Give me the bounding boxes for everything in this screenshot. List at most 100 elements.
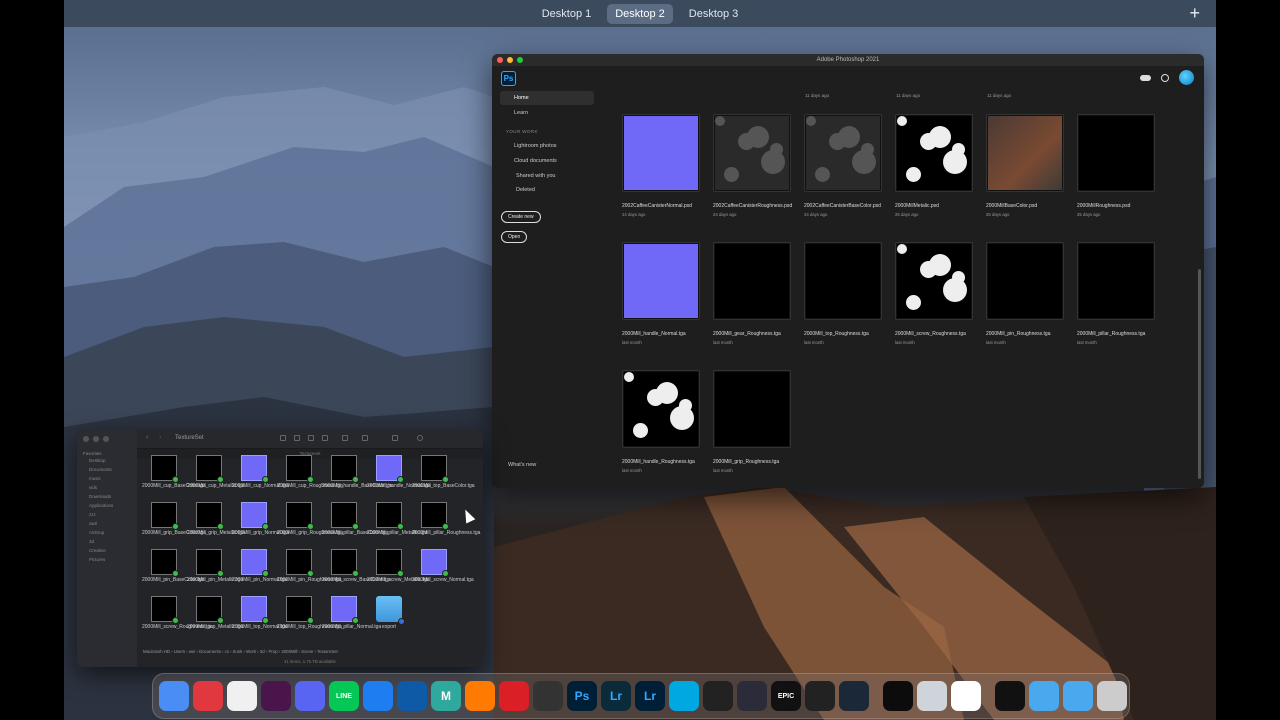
file-item[interactable]: 2000Mill_grip_BaseColor.tga: [142, 502, 206, 537]
finder-sidebar-item[interactable]: Desktop: [77, 456, 137, 465]
space-tab-desktop-2[interactable]: Desktop 2: [607, 3, 673, 24]
file-item[interactable]: 2000Mill_handle_BaseColor.tga: [322, 455, 393, 490]
finder-path-bar[interactable]: Macintosh HD › Users › wei › Documents ›…: [137, 647, 483, 657]
file-item[interactable]: 2000Mill_top_Normal.tga: [232, 596, 288, 631]
file-card[interactable]: 2000MillRoughness.psd 25 days ago: [1077, 114, 1161, 217]
list-view-icon[interactable]: [294, 435, 300, 441]
whats-new-link[interactable]: What's new: [508, 462, 536, 468]
action-icon[interactable]: [392, 435, 398, 441]
file-item[interactable]: 2000Mill_screw_Metallic.tga: [367, 549, 430, 584]
dock-ps-icon[interactable]: Ps: [567, 681, 597, 711]
back-icon[interactable]: ‹: [146, 434, 148, 441]
icon-view-icon[interactable]: [280, 435, 286, 441]
create-new-button[interactable]: Create new: [501, 211, 541, 223]
dock-finder-icon[interactable]: [159, 681, 189, 711]
close-icon[interactable]: [497, 57, 503, 63]
dock-lr-icon[interactable]: Lr: [635, 681, 665, 711]
file-thumbnail[interactable]: [895, 114, 973, 192]
dock-maya-icon[interactable]: M: [431, 681, 461, 711]
scrollbar[interactable]: [1198, 269, 1201, 479]
file-item[interactable]: 2000Mill_pillar_BaseColor.tga: [322, 502, 388, 537]
file-thumbnail[interactable]: [1077, 242, 1155, 320]
avatar[interactable]: [1179, 70, 1194, 85]
file-thumbnail[interactable]: [713, 114, 791, 192]
file-card[interactable]: 2000MillBaseColor.psd 25 days ago: [986, 114, 1070, 217]
dock-warning-console-icon[interactable]: [995, 681, 1025, 711]
group-icon[interactable]: [362, 435, 368, 441]
finder-sidebar-item[interactable]: Downloads: [77, 492, 137, 501]
file-card[interactable]: 2000Mill_screw_Roughness.tga last month: [895, 242, 979, 345]
folder-item[interactable]: export: [367, 596, 411, 631]
finder-sidebar-item[interactable]: owri: [77, 519, 137, 528]
dock-vs-code-icon[interactable]: [397, 681, 427, 711]
search-icon[interactable]: [417, 435, 423, 441]
file-item[interactable]: 2000Mill_pin_Normal.tga: [232, 549, 287, 584]
file-item[interactable]: 2000Mill_pillar_Roughness.tga: [412, 502, 480, 537]
dock-slack-icon[interactable]: [261, 681, 291, 711]
file-item[interactable]: 2000Mill_top_BaseColor.tga: [412, 455, 475, 490]
share-icon[interactable]: [342, 435, 348, 441]
file-thumbnail[interactable]: [986, 114, 1064, 192]
space-tab-desktop-3[interactable]: Desktop 3: [681, 4, 747, 24]
file-thumbnail[interactable]: [1077, 114, 1155, 192]
search-icon[interactable]: [1161, 73, 1169, 82]
minimize-icon[interactable]: [93, 436, 99, 442]
finder-sidebar-item[interactable]: vids: [77, 483, 137, 492]
file-item[interactable]: 2000Mill_screw_Roughness.tga: [142, 596, 213, 631]
dock-activity-monitor-icon[interactable]: [883, 681, 913, 711]
finder-sidebar-item[interactable]: music: [77, 474, 137, 483]
minimize-icon[interactable]: [507, 57, 513, 63]
file-card[interactable]: 2000Mill_grip_Roughness.tga last month: [713, 370, 797, 473]
nav-learn[interactable]: Learn: [500, 106, 594, 120]
finder-sidebar-item[interactable]: 3d: [77, 537, 137, 546]
file-thumbnail[interactable]: [622, 114, 700, 192]
dock-script-editor-icon[interactable]: [533, 681, 563, 711]
file-item[interactable]: 2000Mill_cup_Roughness.tga: [277, 455, 343, 490]
file-thumbnail[interactable]: [895, 242, 973, 320]
finder-sidebar-item[interactable]: zzz: [77, 510, 137, 519]
file-card[interactable]: 2000Mill_handle_Roughness.tga last month: [622, 370, 706, 473]
dock-trash-icon[interactable]: [1097, 681, 1127, 711]
file-item[interactable]: 2000Mill_cup_Normal.tga: [232, 455, 289, 490]
dock-downloads-icon[interactable]: [1063, 681, 1093, 711]
cloud-icon[interactable]: [1140, 74, 1151, 81]
dock-applications-icon[interactable]: [1029, 681, 1059, 711]
file-card[interactable]: 2000Mill_handle_Normal.tga last month: [622, 242, 706, 345]
finder-sidebar-item[interactable]: AirDrop: [77, 528, 137, 537]
file-item[interactable]: 2000Mill_pillar_Normal.tga: [322, 596, 381, 631]
file-thumbnail[interactable]: [622, 242, 700, 320]
file-card[interactable]: 2000MillMetalic.psd 25 days ago: [895, 114, 979, 217]
dock-davinci-resolve-icon[interactable]: [737, 681, 767, 711]
file-item[interactable]: 2000Mill_cup_Metallic.tga: [187, 455, 245, 490]
dock-arc-icon[interactable]: [227, 681, 257, 711]
file-item[interactable]: 2000Mill_handle_Normal.tga: [367, 455, 431, 490]
dock-maps-icon[interactable]: [363, 681, 393, 711]
file-card[interactable]: 2000Mill_pin_Roughness.tga last month: [986, 242, 1070, 345]
dock-discord-icon[interactable]: [295, 681, 325, 711]
file-item[interactable]: 2000Mill_pillar_Metallic.tga: [367, 502, 427, 537]
nav-shared-with-you[interactable]: Shared with you: [500, 169, 594, 183]
finder-sidebar-item[interactable]: Documents: [77, 465, 137, 474]
file-thumbnail[interactable]: [713, 242, 791, 320]
file-card[interactable]: 2000Mill_top_Roughness.tga last month: [804, 242, 888, 345]
file-thumbnail[interactable]: [804, 242, 882, 320]
file-item[interactable]: 2000Mill_grip_Roughness.tga: [277, 502, 343, 537]
finder-sidebar-item[interactable]: Pictures: [77, 555, 137, 564]
file-card[interactable]: 2000Mill_pillar_Roughness.tga last month: [1077, 242, 1161, 345]
zoom-icon[interactable]: [103, 436, 109, 442]
nav-home[interactable]: Home: [500, 91, 594, 105]
close-icon[interactable]: [83, 436, 89, 442]
nav-cloud-documents[interactable]: Cloud documents: [500, 154, 594, 168]
dock-lr-classic-icon[interactable]: Lr: [601, 681, 631, 711]
file-thumbnail[interactable]: [622, 370, 700, 448]
dock-epic-games-icon[interactable]: EPIC: [771, 681, 801, 711]
file-thumbnail[interactable]: [804, 114, 882, 192]
file-item[interactable]: 2000Mill_top_Metallic.tga: [187, 596, 243, 631]
file-card[interactable]: 2000Mill_gear_Roughness.tga last month: [713, 242, 797, 345]
open-button[interactable]: Open: [501, 231, 528, 243]
file-card[interactable]: 2002CaffeeCanisterNormal.psd 24 days ago: [622, 114, 706, 217]
file-item[interactable]: 2000Mill_pin_BaseColor.tga: [142, 549, 204, 584]
forward-icon[interactable]: ›: [159, 434, 161, 441]
file-card[interactable]: 2002CaffeeCanisterRoughness.psd 24 days a…: [713, 114, 797, 217]
nav-deleted[interactable]: Deleted: [500, 183, 594, 197]
